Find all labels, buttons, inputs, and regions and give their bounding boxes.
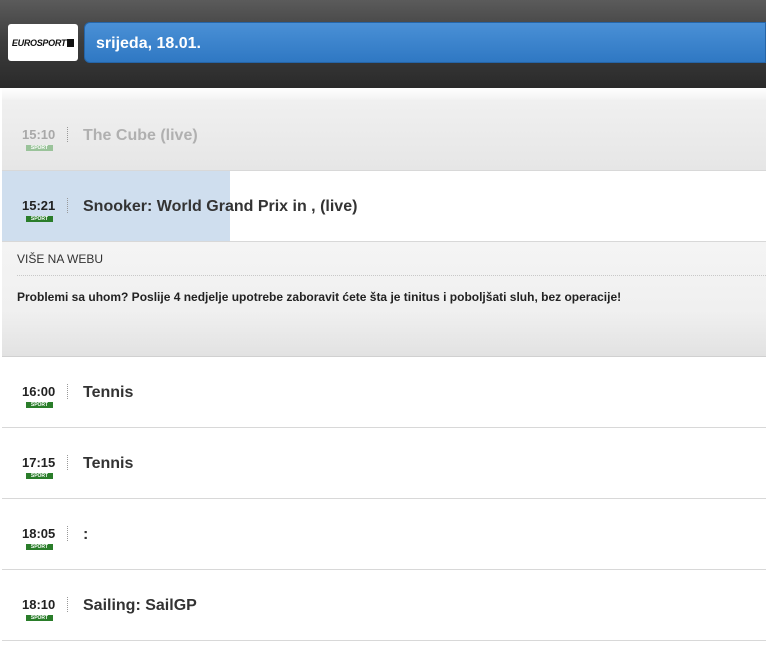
time-separator — [67, 384, 68, 399]
programme-row[interactable]: 16:00 SPORT Tennis — [2, 357, 766, 428]
time-separator — [67, 127, 68, 142]
time-column: 17:15 SPORT — [2, 428, 68, 498]
time-column: 18:05 SPORT — [2, 499, 68, 569]
time-column: 18:10 SPORT — [2, 570, 68, 640]
sport-badge: SPORT — [26, 544, 53, 550]
promo-text[interactable]: Problemi sa uhom? Poslije 4 nedjelje upo… — [17, 290, 621, 304]
channel-header: EUROSPORT srijeda, 18.01. — [0, 0, 766, 88]
programme-title[interactable]: : — [83, 526, 88, 544]
programme-time: 16:00 — [22, 384, 56, 399]
list-top-strip — [2, 88, 766, 100]
time-separator — [67, 455, 68, 470]
programme-time: 17:15 — [22, 455, 56, 470]
time-column: 15:10 SPORT — [2, 100, 68, 170]
programme-time: 18:10 — [22, 597, 56, 612]
time-column: 15:21 SPORT — [2, 171, 68, 241]
sport-badge: SPORT — [26, 145, 53, 151]
programme-title[interactable]: The Cube (live) — [83, 127, 198, 145]
time-separator — [67, 526, 68, 541]
time-column: 16:00 SPORT — [2, 357, 68, 427]
programme-title[interactable]: Tennis — [83, 455, 133, 473]
more-on-web-link[interactable]: VIŠE NA WEBU — [17, 252, 103, 266]
sport-badge: SPORT — [26, 473, 53, 479]
programme-row[interactable]: 17:15 SPORT Tennis — [2, 428, 766, 499]
channel-logo-text: EUROSPORT — [11, 37, 67, 48]
programme-row[interactable]: 15:10 SPORT The Cube (live) — [2, 100, 766, 171]
programme-title[interactable]: Snooker: World Grand Prix in , (live) — [83, 198, 357, 216]
dotted-divider — [17, 275, 766, 276]
programme-time: 18:05 — [22, 526, 56, 541]
programme-time: 15:10 — [22, 127, 56, 142]
programme-detail-panel: VIŠE NA WEBU Problemi sa uhom? Poslije 4… — [2, 242, 766, 357]
sport-badge: SPORT — [26, 615, 53, 621]
time-separator — [67, 198, 68, 213]
time-separator — [67, 597, 68, 612]
channel-logo-badge — [67, 38, 75, 47]
programme-row[interactable]: 18:05 SPORT : — [2, 499, 766, 570]
sport-badge: SPORT — [26, 402, 53, 408]
date-label: srijeda, 18.01. — [96, 35, 201, 52]
programme-row[interactable]: 18:10 SPORT Sailing: SailGP — [2, 570, 766, 641]
sport-badge: SPORT — [26, 216, 53, 222]
programme-title[interactable]: Tennis — [83, 384, 133, 402]
programme-title[interactable]: Sailing: SailGP — [83, 597, 197, 615]
date-bar[interactable]: srijeda, 18.01. — [84, 22, 766, 63]
programme-list: 15:10 SPORT The Cube (live) 15:21 SPORT … — [2, 100, 766, 641]
programme-time: 15:21 — [22, 198, 56, 213]
programme-row-current[interactable]: 15:21 SPORT Snooker: World Grand Prix in… — [2, 171, 766, 242]
channel-logo[interactable]: EUROSPORT — [8, 24, 78, 61]
